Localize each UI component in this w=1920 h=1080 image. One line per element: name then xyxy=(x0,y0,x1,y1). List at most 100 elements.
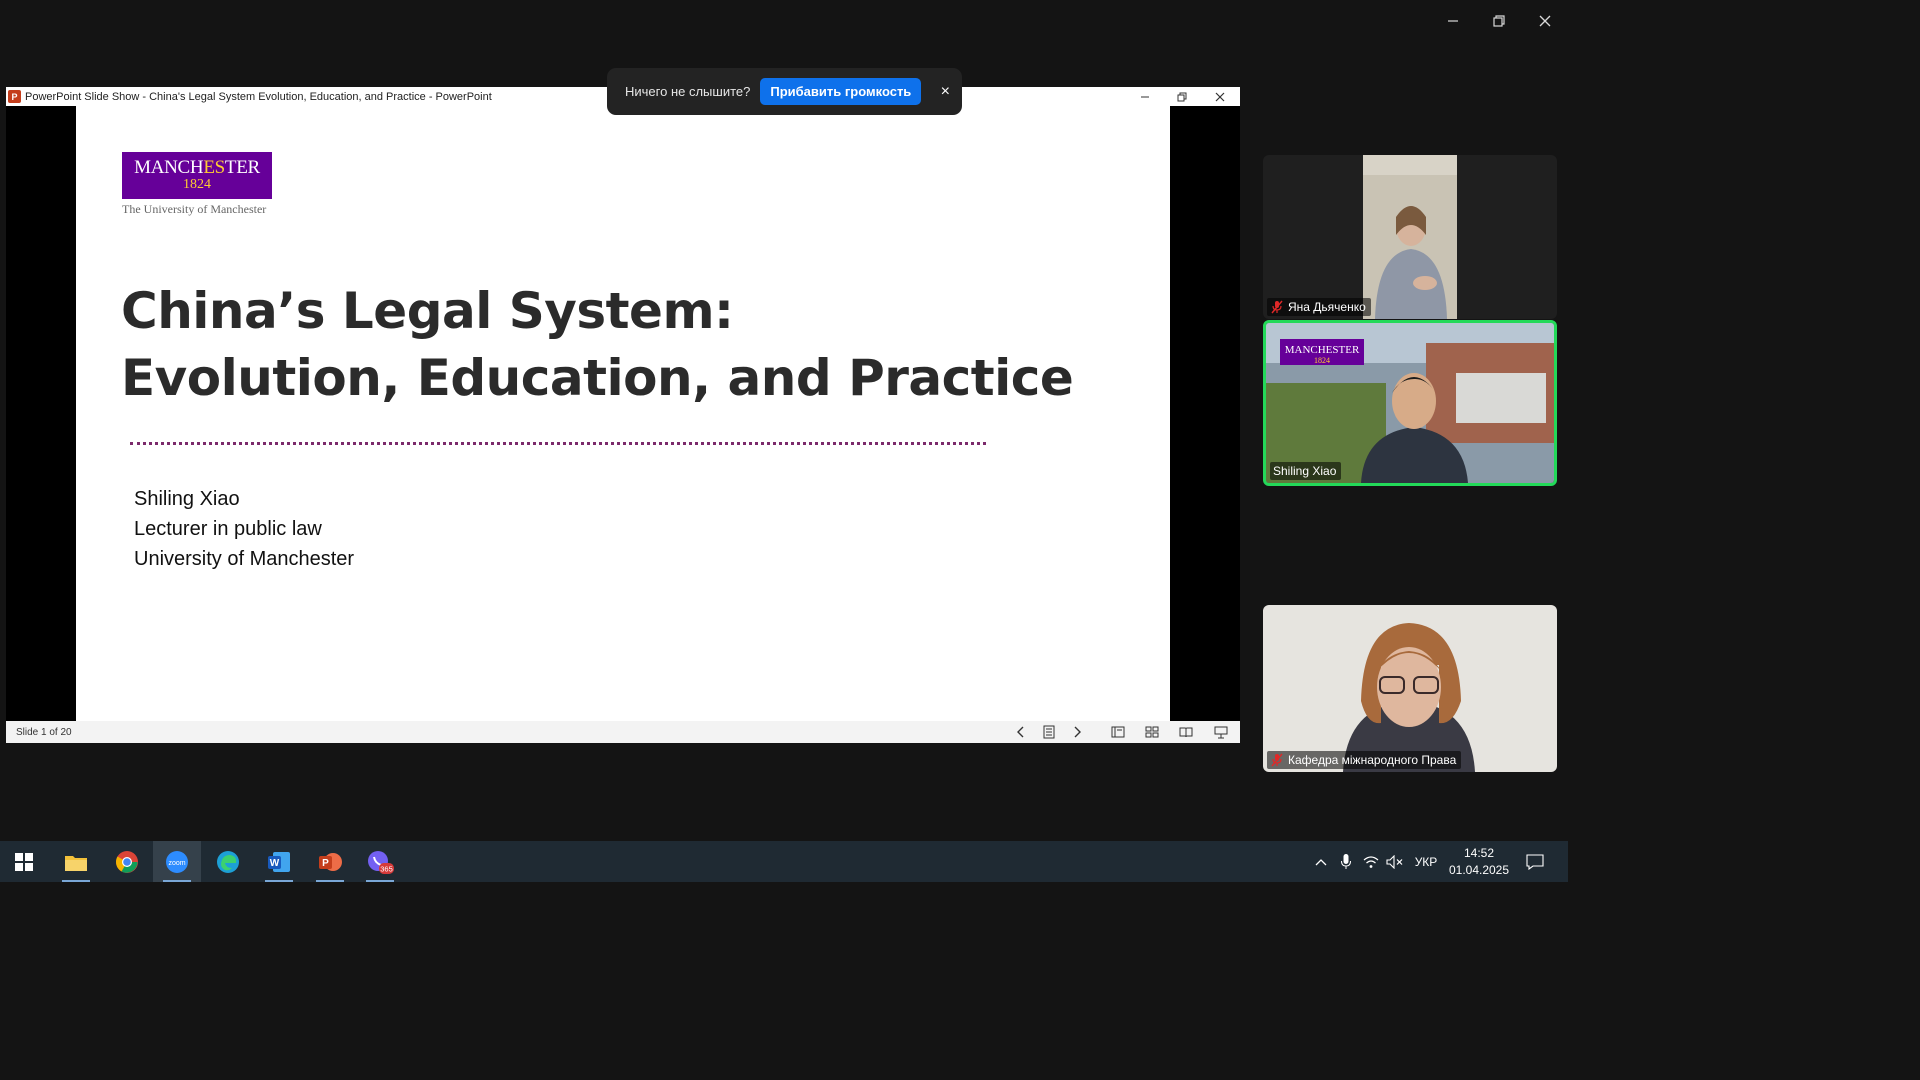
slide-title: China’s Legal System: Evolution, Educati… xyxy=(121,278,1074,412)
mic-muted-icon xyxy=(1271,753,1283,767)
toast-message: Ничего не слышите? xyxy=(625,84,751,99)
uom-logo-year: 1824 xyxy=(183,177,211,192)
wifi-icon xyxy=(1363,855,1379,868)
author-affiliation: University of Manchester xyxy=(134,548,355,570)
slide-sorter-icon xyxy=(1145,726,1159,738)
svg-text:1824: 1824 xyxy=(1314,356,1330,365)
network-button[interactable] xyxy=(1360,841,1382,882)
reading-view-icon xyxy=(1179,727,1193,738)
svg-text:MANCHESTER: MANCHESTER xyxy=(1285,344,1360,356)
participant-name: Shiling Xiao xyxy=(1273,464,1337,478)
viber-icon: 365 xyxy=(368,850,394,874)
show-hidden-icons-button[interactable] xyxy=(1310,841,1332,882)
volume-button[interactable] xyxy=(1384,841,1406,882)
viber-badge-count: 365 xyxy=(380,864,393,873)
zoom-icon: zoom xyxy=(166,850,188,873)
slide-canvas[interactable]: MANCHESTER 1824 The University of Manche… xyxy=(76,106,1170,721)
ppt-minimize-button[interactable] xyxy=(1126,87,1164,106)
participant-nameplate: Яна Дьяченко xyxy=(1267,298,1371,316)
windows-taskbar: zoom W P 365 УКР 14:52 01.04.2025 xyxy=(0,841,1568,882)
zoom-close-button[interactable] xyxy=(1522,6,1568,36)
restore-icon xyxy=(1177,92,1187,101)
running-indicator xyxy=(62,880,90,882)
zoom-window-controls xyxy=(1430,6,1568,36)
powerpoint-app-icon: P xyxy=(8,90,21,103)
participant-video xyxy=(1363,155,1457,319)
chevron-left-icon xyxy=(1017,726,1024,738)
slide-title-line-1: China’s Legal System: xyxy=(121,282,734,340)
slide-menu-button[interactable] xyxy=(1036,721,1062,743)
chrome-icon xyxy=(116,850,138,873)
close-icon xyxy=(1215,92,1225,101)
increase-volume-button[interactable]: Прибавить громкость xyxy=(760,78,922,105)
reading-view-button[interactable] xyxy=(1173,721,1199,743)
minimize-icon xyxy=(1141,96,1149,97)
svg-text:P: P xyxy=(322,858,329,869)
minimize-icon xyxy=(1448,20,1458,22)
slide-title-line-2: Evolution, Education, and Practice xyxy=(121,349,1074,407)
participant-name: Яна Дьяченко xyxy=(1288,300,1366,314)
windows-logo-icon xyxy=(15,852,33,871)
zoom-minimize-button[interactable] xyxy=(1430,6,1476,36)
participant-nameplate: Кафедра міжнародного Права xyxy=(1267,751,1462,769)
desktop: P PowerPoint Slide Show - China's Legal … xyxy=(0,0,1568,882)
clock-date: 01.04.2025 xyxy=(1448,862,1510,877)
ppt-close-button[interactable] xyxy=(1201,87,1239,106)
slide-counter: Slide 1 of 20 xyxy=(16,726,72,738)
taskbar-viber[interactable]: 365 xyxy=(356,841,404,882)
microphone-icon xyxy=(1341,853,1351,869)
chevron-up-icon xyxy=(1315,858,1327,865)
window-title: PowerPoint Slide Show - China's Legal Sy… xyxy=(25,90,492,103)
dotted-divider xyxy=(130,442,986,445)
slideshow-view-button[interactable] xyxy=(1208,721,1234,743)
powerpoint-window: P PowerPoint Slide Show - China's Legal … xyxy=(6,87,1240,743)
participant-video xyxy=(1263,605,1557,772)
taskbar-chrome[interactable] xyxy=(103,841,151,882)
participant-video-tile-active-speaker[interactable]: MANCHESTER 1824 Shiling Xiao xyxy=(1263,320,1557,486)
participant-video-tile[interactable]: Яна Дьяченко xyxy=(1263,155,1557,319)
word-icon: W xyxy=(268,851,290,872)
normal-view-button[interactable] xyxy=(1105,721,1131,743)
running-indicator xyxy=(265,880,293,882)
taskbar-zoom[interactable]: zoom xyxy=(153,841,201,882)
folder-icon xyxy=(65,855,87,871)
clock-button[interactable]: 14:52 01.04.2025 xyxy=(1442,841,1516,882)
audio-check-toast: Ничего не слышите? Прибавить громкость × xyxy=(607,68,962,115)
uom-logo-wordmark: MANCHESTER xyxy=(134,157,260,178)
slide-sorter-button[interactable] xyxy=(1139,721,1165,743)
toast-close-button[interactable]: × xyxy=(937,83,953,101)
taskbar-word[interactable]: W xyxy=(255,841,303,882)
notifications-button[interactable] xyxy=(1520,841,1550,882)
zoom-restore-button[interactable] xyxy=(1476,6,1522,36)
normal-view-icon xyxy=(1111,726,1125,738)
author-role: Lecturer in public law xyxy=(134,518,322,540)
previous-slide-button[interactable] xyxy=(1008,721,1034,743)
svg-text:W: W xyxy=(270,858,280,869)
slide-menu-icon xyxy=(1043,725,1055,739)
participant-nameplate: Shiling Xiao xyxy=(1270,462,1342,480)
edge-icon xyxy=(217,850,239,873)
clock-time: 14:52 xyxy=(1463,845,1495,860)
university-of-manchester-logo: MANCHESTER 1824 The University of Manche… xyxy=(122,152,272,217)
running-indicator xyxy=(366,880,394,882)
speaker-muted-icon xyxy=(1386,854,1403,869)
taskbar-file-explorer[interactable] xyxy=(52,841,100,882)
clock: 14:52 01.04.2025 xyxy=(1449,845,1509,879)
next-slide-button[interactable] xyxy=(1064,721,1090,743)
taskbar-edge[interactable] xyxy=(204,841,252,882)
uom-logo-subtitle: The University of Manchester xyxy=(122,202,267,216)
ppt-restore-button[interactable] xyxy=(1163,87,1201,106)
participant-video-tile[interactable]: Кафедра міжнародного Права xyxy=(1263,605,1557,772)
running-indicator xyxy=(316,880,344,882)
start-button[interactable] xyxy=(0,841,48,882)
chevron-right-icon xyxy=(1074,726,1081,738)
notification-icon xyxy=(1526,853,1544,870)
slideshow-statusbar: Slide 1 of 20 xyxy=(6,721,1240,743)
participant-video: MANCHESTER 1824 xyxy=(1266,323,1554,483)
author-name: Shiling Xiao xyxy=(134,488,240,510)
microphone-in-use-button[interactable] xyxy=(1336,841,1356,882)
participant-name: Кафедра міжнародного Права xyxy=(1288,753,1457,767)
input-language-button[interactable]: УКР xyxy=(1410,841,1442,882)
taskbar-powerpoint[interactable]: P xyxy=(306,841,354,882)
svg-text:zoom: zoom xyxy=(168,860,185,867)
